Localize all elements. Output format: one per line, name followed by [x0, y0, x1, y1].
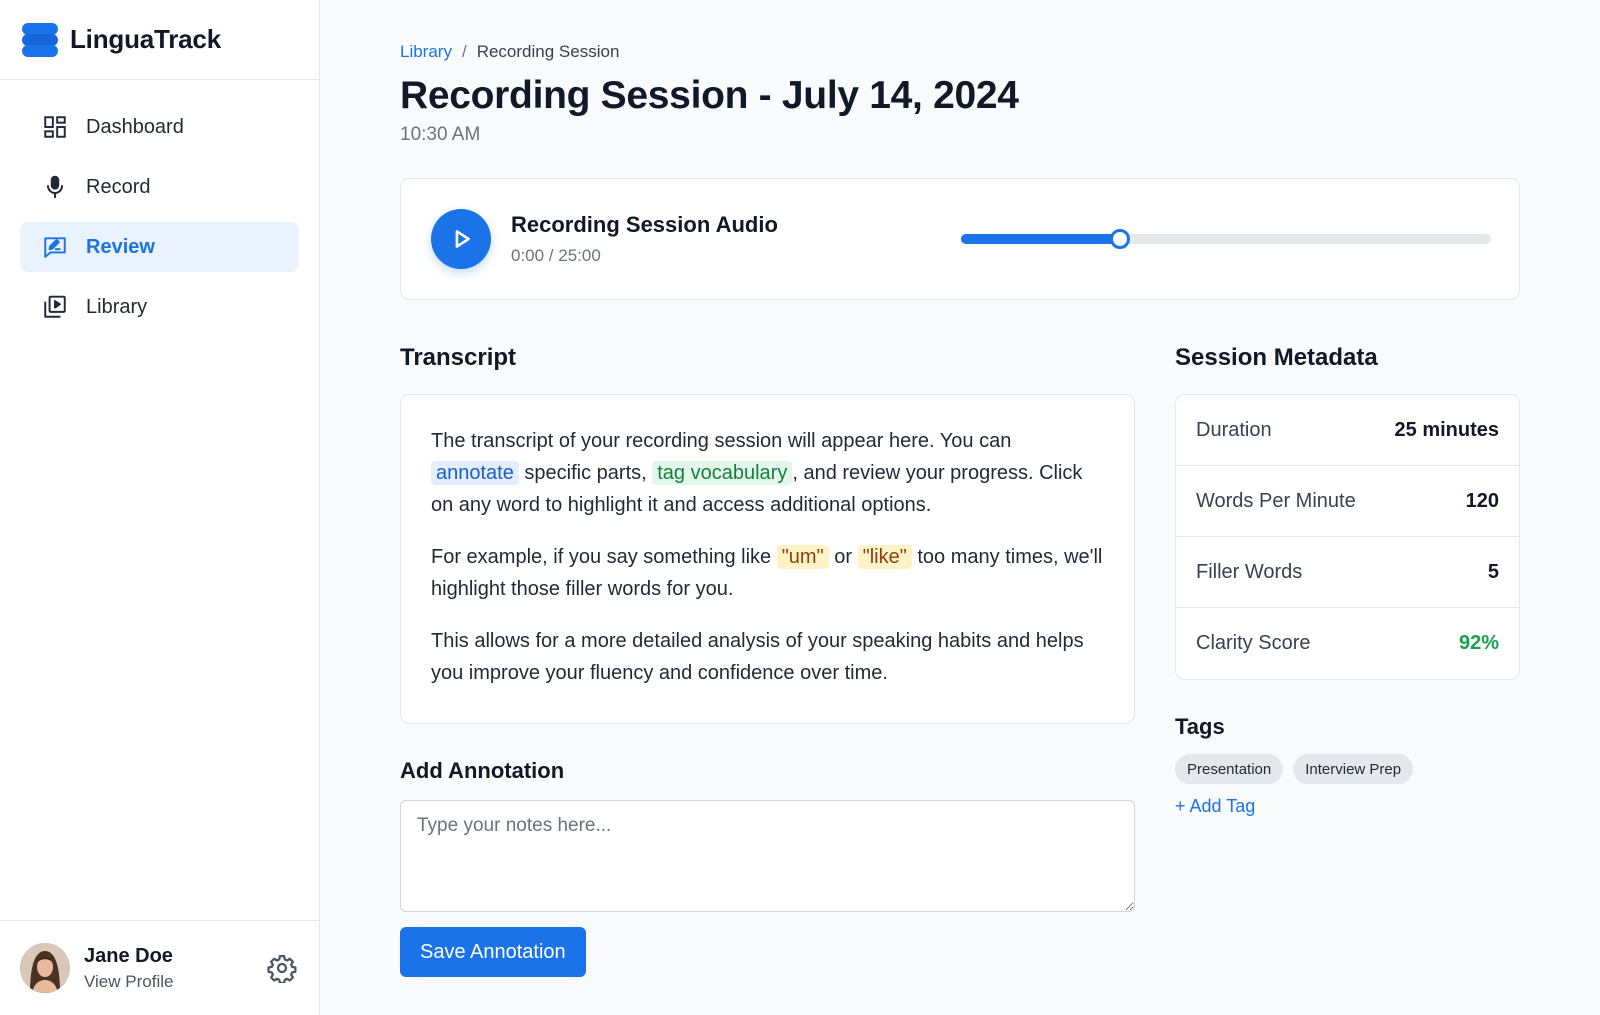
audio-progress-fill [961, 234, 1120, 244]
main-content: Library / Recording Session Recording Se… [400, 0, 1520, 977]
metadata-value: 120 [1465, 489, 1499, 512]
transcript-text: specific parts, [518, 462, 653, 484]
sidebar-item-label: Review [86, 235, 155, 258]
user-profile[interactable]: Jane Doe View Profile [0, 920, 319, 1015]
sidebar-item-dashboard[interactable]: Dashboard [20, 102, 299, 152]
library-icon [42, 294, 68, 320]
avatar[interactable] [20, 943, 70, 993]
sidebar-item-label: Dashboard [86, 115, 184, 138]
metadata-table: Duration 25 minutes Words Per Minute 120… [1175, 394, 1520, 680]
breadcrumb-current: Recording Session [476, 42, 620, 61]
page-title: Recording Session - July 14, 2024 [400, 74, 1019, 117]
profile-name: Jane Doe [84, 944, 173, 967]
metadata-row-duration: Duration 25 minutes [1176, 395, 1519, 466]
metadata-value: 25 minutes [1394, 418, 1499, 441]
play-icon [455, 230, 470, 248]
save-annotation-button[interactable]: Save Annotation [400, 927, 586, 977]
annotation-input[interactable] [400, 800, 1135, 912]
sidebar-item-record[interactable]: Record [20, 162, 299, 212]
transcript-text: For example, if you say something like [431, 546, 777, 568]
tag-chip[interactable]: Interview Prep [1293, 754, 1414, 784]
metadata-label: Clarity Score [1196, 632, 1311, 654]
brand[interactable]: LinguaTrack [0, 0, 319, 80]
annotation-highlight[interactable]: annotate [431, 461, 519, 485]
dashboard-icon [42, 114, 68, 140]
metadata-heading: Session Metadata [1175, 344, 1378, 371]
metadata-value: 5 [1487, 560, 1499, 583]
transcript-text: The transcript of your recording session… [431, 430, 1012, 452]
sidebar-item-library[interactable]: Library [20, 282, 299, 332]
view-profile-link[interactable]: View Profile [84, 972, 267, 992]
add-annotation-heading: Add Annotation [400, 758, 565, 783]
tag-chip[interactable]: Presentation [1175, 754, 1284, 784]
audio-progress-handle[interactable] [1110, 229, 1130, 249]
breadcrumb-library-link[interactable]: Library [400, 42, 452, 62]
logo-icon [22, 22, 58, 57]
breadcrumb-separator: / [461, 42, 467, 61]
app-name: LinguaTrack [70, 24, 221, 54]
page-subtitle-time: 10:30 AM [400, 124, 481, 145]
audio-progress-bar[interactable] [961, 229, 1491, 249]
transcript-paragraph: This allows for a more detailed analysis… [431, 630, 1084, 684]
gear-icon[interactable] [267, 953, 297, 985]
transcript-panel: The transcript of your recording session… [400, 394, 1135, 724]
sidebar-item-label: Record [86, 175, 151, 198]
transcript-text: or [828, 546, 858, 568]
play-button[interactable] [431, 209, 491, 269]
metadata-row-wpm: Words Per Minute 120 [1176, 466, 1519, 537]
microphone-icon [42, 174, 68, 200]
audio-title: Recording Session Audio [511, 212, 778, 237]
sidebar-item-review[interactable]: Review [20, 222, 299, 272]
transcript-paragraph: For example, if you say something like "… [431, 541, 1104, 605]
audio-time: 0:00 / 25:00 [511, 246, 601, 265]
add-tag-button[interactable]: + Add Tag [1175, 796, 1520, 817]
tags-heading: Tags [1175, 714, 1225, 739]
clarity-score-value: 92% [1458, 632, 1499, 654]
filler-word-highlight[interactable]: "um" [776, 545, 829, 569]
metadata-label: Filler Words [1196, 560, 1303, 583]
filler-word-highlight[interactable]: "like" [857, 545, 912, 569]
metadata-row-clarity-score: Clarity Score 92% [1176, 608, 1519, 679]
sidebar-item-label: Library [86, 295, 148, 318]
audio-player: Recording Session Audio 0:00 / 25:00 [400, 178, 1520, 300]
transcript-paragraph: The transcript of your recording session… [431, 425, 1104, 521]
vocabulary-highlight[interactable]: tag vocabulary [652, 461, 793, 485]
metadata-label: Duration [1196, 418, 1272, 441]
sidebar: LinguaTrack Dashboard Record Review Libr… [0, 0, 320, 1015]
transcript-heading: Transcript [400, 344, 517, 371]
metadata-row-filler-words: Filler Words 5 [1176, 537, 1519, 608]
tag-list: Presentation Interview Prep [1175, 754, 1520, 784]
breadcrumb: Library / Recording Session [400, 42, 1520, 62]
sidebar-nav: Dashboard Record Review Library [0, 80, 319, 364]
review-icon [42, 234, 68, 260]
metadata-label: Words Per Minute [1196, 489, 1356, 512]
